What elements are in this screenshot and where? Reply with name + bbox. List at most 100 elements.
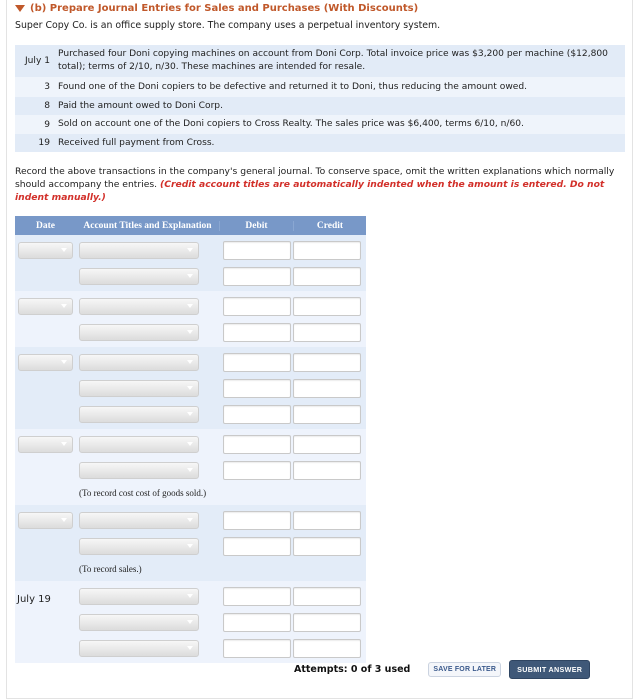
debit-input[interactable]	[223, 296, 291, 316]
dropdown-arrow-icon	[182, 407, 198, 422]
debit-input[interactable]	[223, 434, 291, 454]
account-select[interactable]	[79, 435, 199, 453]
collapse-triangle-icon[interactable]	[15, 5, 25, 12]
attempts-counter: Attempts: 0 of 3 used	[294, 664, 411, 675]
account-select[interactable]	[79, 461, 199, 479]
account-select[interactable]	[79, 297, 199, 315]
journal-row	[15, 609, 366, 635]
dropdown-arrow-icon	[182, 269, 198, 284]
dropdown-arrow-icon	[182, 381, 198, 396]
dropdown-arrow-icon	[182, 299, 198, 314]
account-select[interactable]	[79, 511, 199, 529]
date-select[interactable]	[18, 511, 73, 529]
credit-input[interactable]	[293, 352, 361, 372]
dropdown-arrow-icon	[182, 615, 198, 630]
debit-input[interactable]	[223, 460, 291, 480]
credit-input[interactable]	[293, 296, 361, 316]
dropdown-arrow-icon	[56, 437, 72, 452]
credit-input[interactable]	[293, 510, 361, 530]
debit-input[interactable]	[223, 612, 291, 632]
credit-input[interactable]	[293, 612, 361, 632]
journal-row: July 19	[15, 583, 366, 609]
transaction-description: Paid the amount owed to Doni Corp.	[58, 100, 223, 111]
dropdown-arrow-icon	[182, 355, 198, 370]
dropdown-arrow-icon	[182, 641, 198, 656]
journal-header: Date Account Titles and Explanation Debi…	[15, 216, 366, 235]
credit-input[interactable]	[293, 536, 361, 556]
dropdown-arrow-icon	[182, 325, 198, 340]
account-select[interactable]	[79, 613, 199, 631]
transaction-description: Received full payment from Cross.	[58, 137, 215, 148]
journal-entry-group: (To record cost cost of goods sold.)	[15, 429, 366, 505]
journal-row	[15, 319, 366, 345]
credit-input[interactable]	[293, 378, 361, 398]
credit-input[interactable]	[293, 322, 361, 342]
debit-input[interactable]	[223, 240, 291, 260]
date-select[interactable]	[18, 297, 73, 315]
journal-row	[15, 293, 366, 319]
save-for-later-button[interactable]: SAVE FOR LATER	[428, 662, 502, 677]
credit-input[interactable]	[293, 240, 361, 260]
credit-input[interactable]	[293, 266, 361, 286]
journal-entry-group	[15, 347, 366, 429]
credit-input[interactable]	[293, 404, 361, 424]
dropdown-arrow-icon	[182, 589, 198, 604]
dropdown-arrow-icon	[56, 355, 72, 370]
debit-input[interactable]	[223, 404, 291, 424]
journal-entry-group: (To record sales.)	[15, 505, 366, 581]
account-select[interactable]	[79, 267, 199, 285]
credit-input[interactable]	[293, 460, 361, 480]
header-account: Account Titles and Explanation	[83, 220, 212, 231]
debit-input[interactable]	[223, 536, 291, 556]
debit-input[interactable]	[223, 638, 291, 658]
debit-input[interactable]	[223, 586, 291, 606]
account-select[interactable]	[79, 241, 199, 259]
transaction-description: Sold on account one of the Doni copiers …	[58, 119, 524, 129]
journal-entry-group	[15, 235, 366, 291]
journal-entry-table: Date Account Titles and Explanation Debi…	[15, 216, 366, 663]
credit-input[interactable]	[293, 586, 361, 606]
debit-input[interactable]	[223, 266, 291, 286]
credit-input[interactable]	[293, 638, 361, 658]
transaction-date: 9	[44, 119, 50, 130]
instructions: Record the above transactions in the com…	[15, 165, 625, 204]
date-select[interactable]	[18, 435, 73, 453]
account-select[interactable]	[79, 639, 199, 657]
header-debit: Debit	[219, 220, 293, 231]
transaction-date: 8	[44, 101, 50, 111]
journal-row	[15, 263, 366, 289]
submit-answer-button[interactable]: SUBMIT ANSWER	[509, 660, 591, 679]
account-select[interactable]	[79, 323, 199, 341]
debit-input[interactable]	[223, 378, 291, 398]
transaction-date: 19	[38, 138, 50, 148]
journal-row	[15, 507, 366, 533]
journal-row	[15, 349, 366, 375]
account-select[interactable]	[79, 379, 199, 397]
debit-input[interactable]	[223, 510, 291, 530]
dropdown-arrow-icon	[182, 243, 198, 258]
account-select[interactable]	[79, 405, 199, 423]
journal-row	[15, 401, 366, 427]
journal-entry-group	[15, 291, 366, 347]
transaction-date: 3	[44, 82, 50, 92]
dropdown-arrow-icon	[182, 437, 198, 452]
transaction-description: Found one of the Doni copiers to be defe…	[58, 81, 528, 92]
journal-row	[15, 431, 366, 457]
account-select[interactable]	[79, 537, 199, 555]
dropdown-arrow-icon	[56, 243, 72, 258]
transaction-row: 3 Found one of the Doni copiers to be de…	[15, 77, 625, 97]
entry-explanation-cogs: (To record cost cost of goods sold.)	[79, 488, 207, 498]
account-select[interactable]	[79, 353, 199, 371]
intro-text: Super Copy Co. is an office supply store…	[15, 20, 441, 31]
footer-actions: Attempts: 0 of 3 used SAVE FOR LATER SUB…	[294, 660, 591, 679]
date-select[interactable]	[18, 241, 73, 259]
transaction-row: 8 Paid the amount owed to Doni Corp.	[15, 97, 625, 115]
journal-row	[15, 533, 366, 559]
debit-input[interactable]	[223, 322, 291, 342]
debit-input[interactable]	[223, 352, 291, 372]
credit-input[interactable]	[293, 434, 361, 454]
transaction-description: Purchased four Doni copying machines on …	[58, 49, 608, 72]
date-select[interactable]	[18, 353, 73, 371]
section-header[interactable]: (b) Prepare Journal Entries for Sales an…	[15, 3, 418, 14]
account-select[interactable]	[79, 587, 199, 605]
